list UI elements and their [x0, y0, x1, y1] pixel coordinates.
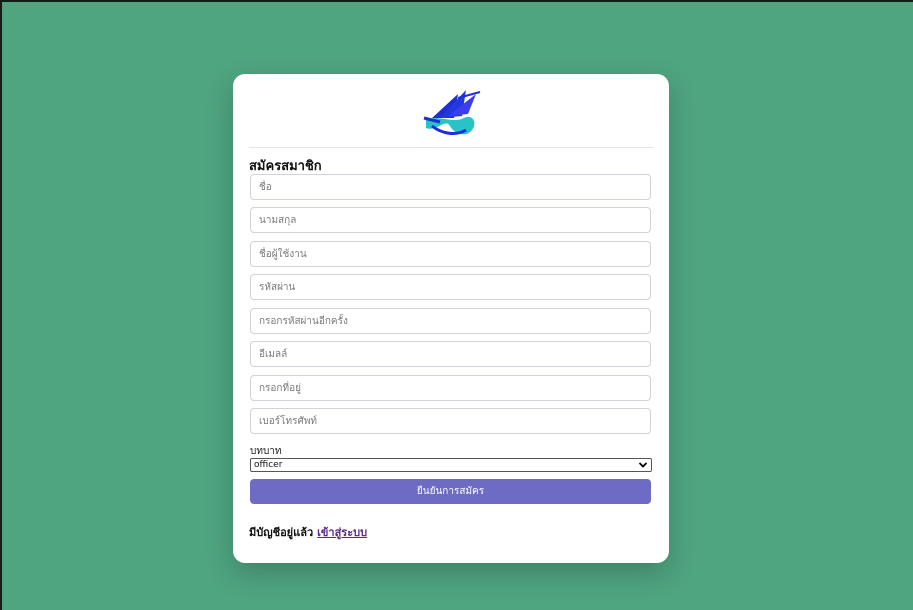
- register-card: สมัครสมาชิก บทบาท officer ยืนยันการสมัคร…: [233, 74, 669, 563]
- header-divider: [249, 147, 653, 148]
- login-link[interactable]: เข้าสู่ระบบ: [317, 526, 367, 539]
- role-select-value: officer: [254, 460, 283, 470]
- ship-logo-icon: [423, 90, 481, 135]
- last-name-input[interactable]: [250, 207, 651, 233]
- page-background: สมัครสมาชิก บทบาท officer ยืนยันการสมัคร…: [0, 0, 913, 610]
- submit-register-button[interactable]: ยืนยันการสมัคร: [250, 479, 651, 504]
- login-prompt-text: มีบัญชีอยู่แล้ว: [249, 526, 314, 539]
- form-title: สมัครสมาชิก: [249, 159, 322, 174]
- chevron-down-icon: [638, 462, 648, 468]
- email-input[interactable]: [250, 341, 651, 367]
- phone-input[interactable]: [250, 408, 651, 434]
- login-prompt: มีบัญชีอยู่แล้ว เข้าสู่ระบบ: [249, 523, 367, 541]
- confirm-password-input[interactable]: [250, 308, 651, 334]
- logo-container: [233, 88, 669, 140]
- first-name-input[interactable]: [250, 174, 651, 200]
- username-input[interactable]: [250, 241, 651, 267]
- role-select[interactable]: officer: [250, 458, 652, 472]
- password-input[interactable]: [250, 274, 651, 300]
- address-input[interactable]: [250, 375, 651, 401]
- role-label: บทบาท: [250, 446, 282, 457]
